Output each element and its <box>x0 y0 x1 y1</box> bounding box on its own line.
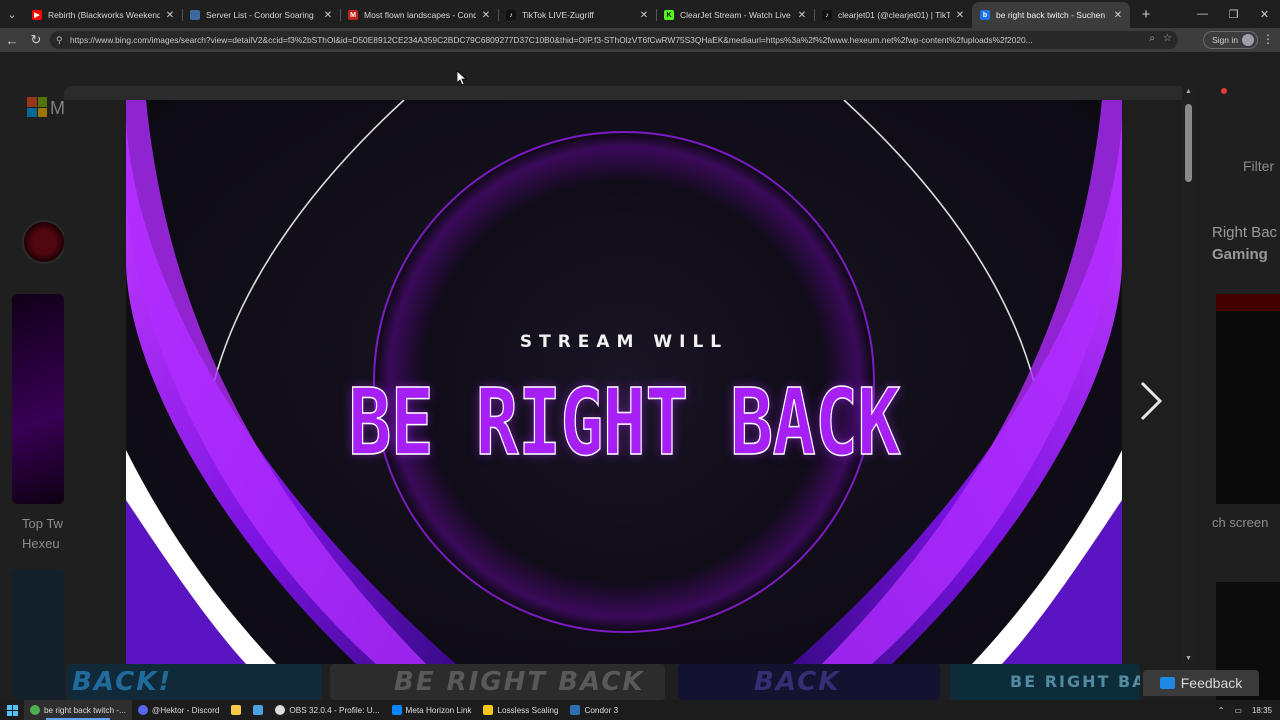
windows-logo-icon <box>6 704 18 716</box>
system-tray: ⌃ ▭ 18:35 <box>1218 700 1272 720</box>
file-explorer-icon <box>231 705 242 715</box>
reload-button[interactable]: ↻ <box>24 28 48 52</box>
scrollbar-thumb[interactable] <box>1185 104 1192 182</box>
taskbar-item-label: OBS 32.0.4 - Profile: U... <box>289 705 380 715</box>
viewer-scrollbar[interactable]: ▲ ▼ <box>1182 86 1196 664</box>
discord-icon <box>137 705 148 715</box>
tab-strip: ⌄ ▶ Rebirth (Blackworks Weekend Fe ✕ Ser… <box>0 0 1280 28</box>
tab-title: clearjet01 (@clearjet01) | TikTok <box>838 10 950 20</box>
taskbar-item[interactable] <box>225 700 247 720</box>
tiktok-icon: ♪ <box>822 10 832 20</box>
scroll-up-icon[interactable]: ▲ <box>1185 88 1192 95</box>
taskbar-item-label: Meta Horizon Link <box>405 705 472 715</box>
minimize-icon[interactable]: — <box>1187 0 1218 28</box>
youtube-icon: ▶ <box>32 10 42 20</box>
scroll-down-icon[interactable]: ▼ <box>1185 655 1192 662</box>
taskbar-item-label: be right back twitch -... <box>44 705 126 715</box>
tab-title: ClearJet Stream - Watch Live on K <box>680 10 792 20</box>
tab-search-button[interactable]: ⌄ <box>0 0 24 28</box>
close-tab-icon[interactable]: ✕ <box>322 10 334 21</box>
browser-tab[interactable]: Server List - Condor Soaring ✕ <box>182 2 340 28</box>
taskbar-item[interactable]: @Hektor - Discord <box>132 700 225 720</box>
profile-avatar-icon <box>1242 34 1254 46</box>
site-info-icon[interactable]: ⚲ <box>56 35 70 46</box>
back-button[interactable]: ← <box>0 28 24 52</box>
condor-icon <box>570 705 581 715</box>
taskbar-item[interactable] <box>247 700 269 720</box>
start-button[interactable] <box>0 700 24 720</box>
reload-icon: ↻ <box>30 32 42 47</box>
lossless-scaling-icon <box>483 705 494 715</box>
browser-tab-active[interactable]: b be right back twitch - Suchen Bild ✕ <box>972 2 1130 28</box>
gmail-icon: M <box>348 10 358 20</box>
restore-icon[interactable]: ❐ <box>1218 0 1249 28</box>
condor-icon <box>190 10 200 20</box>
network-icon[interactable]: ▭ <box>1234 706 1242 715</box>
meta-icon <box>391 705 402 715</box>
close-tab-icon[interactable]: ✕ <box>1112 10 1124 21</box>
clock[interactable]: 18:35 <box>1252 706 1272 715</box>
browser-tab[interactable]: ▶ Rebirth (Blackworks Weekend Fe ✕ <box>24 2 182 28</box>
image-preview[interactable]: STREAM WILL BE RIGHT BACK <box>126 100 1122 664</box>
feedback-button[interactable]: Feedback <box>1143 670 1259 696</box>
feedback-label: Feedback <box>1180 675 1243 691</box>
close-window-icon[interactable]: ✕ <box>1249 0 1280 28</box>
browser-tab[interactable]: K ClearJet Stream - Watch Live on K ✕ <box>656 2 814 28</box>
taskbar-item[interactable]: be right back twitch -... <box>24 700 132 720</box>
browser-tab[interactable]: ♪ TikTok LIVE-Zugriff ✕ <box>498 2 656 28</box>
tab-title: Most flown landscapes - Condor <box>364 10 476 20</box>
chrome-icon <box>30 705 40 715</box>
new-tab-button[interactable]: + <box>1134 0 1158 28</box>
sign-in-button[interactable]: Sign in <box>1203 31 1258 49</box>
address-bar[interactable]: ⚲ https://www.bing.com/images/search?vie… <box>50 31 1178 49</box>
bing-icon: b <box>980 10 990 20</box>
viewer-top-bar <box>64 86 1196 100</box>
arrow-left-icon: ← <box>5 32 19 48</box>
taskbar-item-label: Condor 3 <box>584 705 619 715</box>
tray-overflow-icon[interactable]: ⌃ <box>1218 706 1225 715</box>
feather-icon <box>253 705 264 715</box>
sign-in-label: Sign in <box>1212 35 1238 45</box>
chevron-down-icon: ⌄ <box>7 8 17 21</box>
browser-tab[interactable]: ♪ clearjet01 (@clearjet01) | TikTok ✕ <box>814 2 972 28</box>
taskbar-item-label: Lossless Scaling <box>497 705 559 715</box>
taskbar-item[interactable]: Lossless Scaling <box>477 700 564 720</box>
tab-title: Server List - Condor Soaring <box>206 10 314 20</box>
taskbar: be right back twitch -... @Hektor - Disc… <box>0 700 1280 720</box>
image-title: BE RIGHT BACK <box>348 368 901 477</box>
close-tab-icon[interactable]: ✕ <box>638 10 650 21</box>
taskbar-item-label: @Hektor - Discord <box>151 705 220 715</box>
browser-tab[interactable]: M Most flown landscapes - Condor ✕ <box>340 2 498 28</box>
lens-icon[interactable]: ⌕ <box>1149 33 1155 44</box>
image-viewer: STREAM WILL BE RIGHT BACK <box>64 86 1196 664</box>
notification-dot <box>1221 88 1227 94</box>
plus-icon: + <box>1141 5 1151 23</box>
browser-toolbar: ← ↻ ⚲ https://www.bing.com/images/search… <box>0 28 1280 52</box>
taskbar-item[interactable]: OBS 32.0.4 - Profile: U... <box>269 700 385 720</box>
feedback-icon <box>1159 677 1175 689</box>
close-tab-icon[interactable]: ✕ <box>480 10 492 21</box>
kick-icon: K <box>664 10 674 20</box>
window-controls: — ❐ ✕ <box>1187 0 1280 28</box>
chevron-right-icon <box>1140 381 1163 421</box>
url-text[interactable]: https://www.bing.com/images/search?view=… <box>70 35 1130 45</box>
close-tab-icon[interactable]: ✕ <box>954 10 966 21</box>
tiktok-icon: ♪ <box>506 10 516 20</box>
next-image-button[interactable] <box>1132 376 1168 426</box>
close-tab-icon[interactable]: ✕ <box>796 10 808 21</box>
tab-title: TikTok LIVE-Zugriff <box>522 10 594 20</box>
obs-icon <box>275 705 286 715</box>
close-tab-icon[interactable]: ✕ <box>164 10 176 21</box>
image-subtitle: STREAM WILL <box>519 332 729 352</box>
taskbar-item[interactable]: Condor 3 <box>564 700 624 720</box>
menu-icon[interactable]: ⋮ <box>1262 32 1274 46</box>
tab-title: Rebirth (Blackworks Weekend Fe <box>48 10 160 20</box>
bookmark-star-icon[interactable]: ☆ <box>1163 33 1172 44</box>
taskbar-item[interactable]: Meta Horizon Link <box>386 700 478 720</box>
mouse-cursor-icon <box>457 71 467 86</box>
tab-title: be right back twitch - Suchen Bild <box>996 10 1108 20</box>
